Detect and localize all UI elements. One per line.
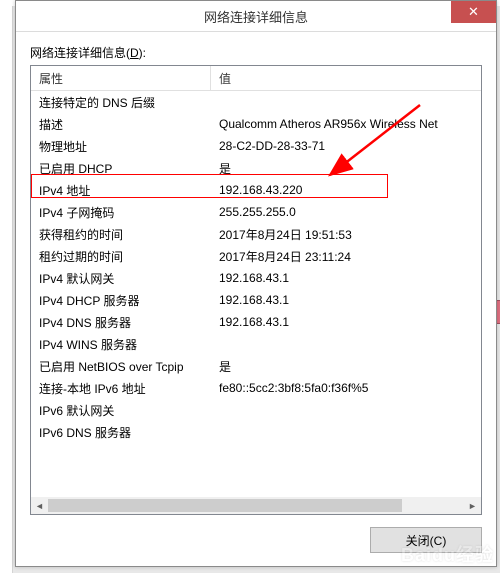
section-label-suffix: ): — [139, 46, 146, 60]
list-row[interactable]: 获得租约的时间2017年8月24日 19:51:53 — [31, 223, 481, 245]
cell-value: 192.168.43.1 — [211, 315, 481, 329]
cell-property: IPv6 默认网关 — [31, 402, 211, 419]
horizontal-scrollbar[interactable]: ◄ ► — [31, 497, 481, 514]
cell-property: IPv4 默认网关 — [31, 270, 211, 287]
column-header-value[interactable]: 值 — [211, 66, 481, 90]
list-body: 连接特定的 DNS 后缀描述Qualcomm Atheros AR956x Wi… — [31, 91, 481, 497]
cell-value: 255.255.255.0 — [211, 205, 481, 219]
cell-value: Qualcomm Atheros AR956x Wireless Net — [211, 117, 481, 131]
cell-property: 连接-本地 IPv6 地址 — [31, 380, 211, 397]
cell-value: 2017年8月24日 19:51:53 — [211, 226, 481, 243]
list-row[interactable]: IPv4 子网掩码255.255.255.0 — [31, 201, 481, 223]
cell-value: 2017年8月24日 23:11:24 — [211, 248, 481, 265]
cell-property: IPv4 WINS 服务器 — [31, 336, 211, 353]
list-row[interactable]: IPv6 默认网关 — [31, 399, 481, 421]
cell-property: IPv4 DHCP 服务器 — [31, 292, 211, 309]
cell-property: 已启用 NetBIOS over Tcpip — [31, 358, 211, 375]
cell-property: 连接特定的 DNS 后缀 — [31, 94, 211, 111]
cell-property: IPv6 DNS 服务器 — [31, 424, 211, 441]
section-label: 网络连接详细信息(D): — [30, 44, 482, 61]
list-row[interactable]: IPv4 DHCP 服务器192.168.43.1 — [31, 289, 481, 311]
cell-value: 192.168.43.1 — [211, 293, 481, 307]
cell-property: 租约过期的时间 — [31, 248, 211, 265]
button-row: 关闭(C) — [30, 515, 482, 553]
cell-property: IPv4 DNS 服务器 — [31, 314, 211, 331]
list-row[interactable]: IPv4 WINS 服务器 — [31, 333, 481, 355]
cell-property: IPv4 子网掩码 — [31, 204, 211, 221]
background-panel — [0, 0, 13, 573]
list-header: 属性 值 — [31, 66, 481, 91]
details-listview[interactable]: 属性 值 连接特定的 DNS 后缀描述Qualcomm Atheros AR95… — [30, 65, 482, 515]
scroll-right-button[interactable]: ► — [464, 497, 481, 514]
scroll-track[interactable] — [48, 497, 464, 514]
section-label-prefix: 网络连接详细信息( — [30, 46, 130, 60]
column-header-property[interactable]: 属性 — [31, 66, 211, 90]
cell-property: 物理地址 — [31, 138, 211, 155]
list-row[interactable]: IPv6 DNS 服务器 — [31, 421, 481, 443]
cell-property: 描述 — [31, 116, 211, 133]
list-row[interactable]: 连接特定的 DNS 后缀 — [31, 91, 481, 113]
scroll-thumb[interactable] — [48, 499, 402, 512]
window-close-button[interactable]: ✕ — [451, 1, 496, 23]
cell-property: 获得租约的时间 — [31, 226, 211, 243]
dialog-body: 网络连接详细信息(D): 属性 值 连接特定的 DNS 后缀描述Qualcomm… — [16, 32, 496, 566]
section-label-hotkey: D — [130, 46, 139, 60]
list-row[interactable]: IPv4 DNS 服务器192.168.43.1 — [31, 311, 481, 333]
cell-value: 是 — [211, 358, 481, 375]
list-row[interactable]: 连接-本地 IPv6 地址fe80::5cc2:3bf8:5fa0:f36f%5 — [31, 377, 481, 399]
cell-value: fe80::5cc2:3bf8:5fa0:f36f%5 — [211, 381, 481, 395]
list-row[interactable]: IPv4 地址192.168.43.220 — [31, 179, 481, 201]
list-row[interactable]: 物理地址28-C2-DD-28-33-71 — [31, 135, 481, 157]
list-row[interactable]: 描述Qualcomm Atheros AR956x Wireless Net — [31, 113, 481, 135]
cell-property: 已启用 DHCP — [31, 160, 211, 177]
dialog-title: 网络连接详细信息 — [204, 7, 308, 26]
list-row[interactable]: 已启用 DHCP是 — [31, 157, 481, 179]
cell-value: 192.168.43.1 — [211, 271, 481, 285]
cell-value: 192.168.43.220 — [211, 183, 481, 197]
network-details-dialog: 网络连接详细信息 ✕ 网络连接详细信息(D): 属性 值 连接特定的 DNS 后… — [15, 0, 497, 567]
list-row[interactable]: 租约过期的时间2017年8月24日 23:11:24 — [31, 245, 481, 267]
scroll-left-button[interactable]: ◄ — [31, 497, 48, 514]
close-button[interactable]: 关闭(C) — [370, 527, 482, 553]
list-row[interactable]: 已启用 NetBIOS over Tcpip是 — [31, 355, 481, 377]
titlebar: 网络连接详细信息 ✕ — [16, 1, 496, 32]
cell-property: IPv4 地址 — [31, 182, 211, 199]
cell-value: 是 — [211, 160, 481, 177]
close-icon: ✕ — [468, 4, 479, 20]
cell-value: 28-C2-DD-28-33-71 — [211, 139, 481, 153]
list-row[interactable]: IPv4 默认网关192.168.43.1 — [31, 267, 481, 289]
